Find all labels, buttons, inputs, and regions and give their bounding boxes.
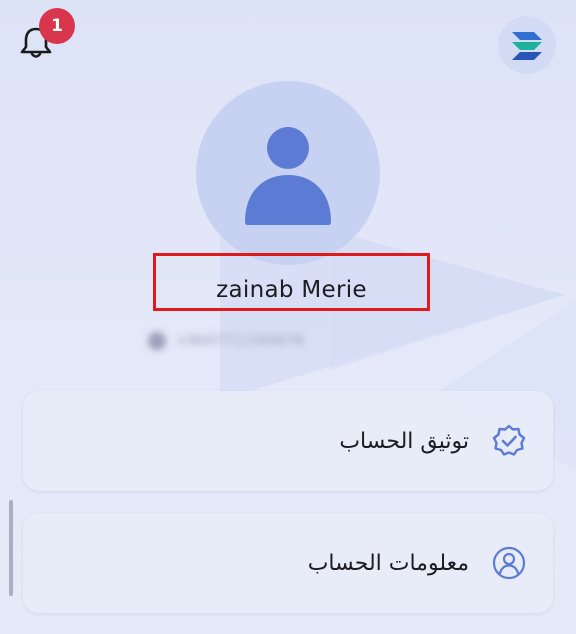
scrollbar[interactable] bbox=[9, 500, 13, 596]
menu-item-label: توثيق الحساب bbox=[339, 428, 469, 454]
menu-item-verify-account[interactable]: توثيق الحساب bbox=[23, 391, 553, 491]
notification-count-badge: 1 bbox=[39, 8, 75, 44]
verified-badge-icon bbox=[492, 424, 526, 456]
phone-number: +9647712345678 bbox=[176, 333, 304, 349]
user-avatar-icon bbox=[245, 127, 331, 225]
user-name: zainab Merie bbox=[216, 277, 367, 303]
menu-item-label: معلومات الحساب bbox=[307, 550, 469, 576]
menu-item-account-info[interactable]: معلومات الحساب bbox=[23, 513, 553, 613]
app-logo-icon bbox=[512, 32, 542, 60]
avatar[interactable] bbox=[196, 81, 380, 265]
app-logo bbox=[498, 16, 556, 74]
phone-icon bbox=[148, 332, 166, 350]
phone-number-blurred: +9647712345678 bbox=[148, 326, 428, 356]
user-circle-icon bbox=[492, 546, 526, 580]
